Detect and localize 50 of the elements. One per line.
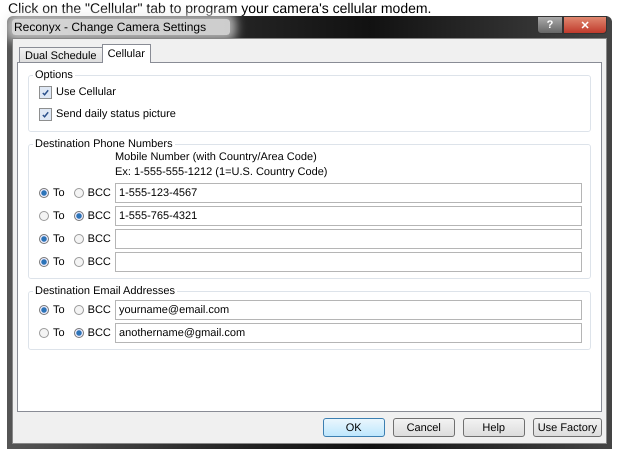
radio-label: BCC (88, 327, 111, 339)
dialog-button[interactable]: OK (322, 418, 385, 437)
radio-button[interactable] (74, 328, 84, 338)
radio-label: To (53, 327, 65, 339)
radio-button[interactable] (74, 211, 84, 221)
radio-label: BCC (88, 233, 111, 245)
tab[interactable]: Cellular (102, 44, 151, 63)
checkbox[interactable] (39, 108, 52, 120)
close-button[interactable]: ✕ (563, 16, 607, 34)
email-field[interactable]: anothername@gmail.com (115, 323, 582, 343)
group-title: Destination Email Addresses (34, 285, 176, 297)
radio-button[interactable] (39, 188, 49, 198)
radio-button[interactable] (39, 234, 49, 244)
phone-field[interactable] (115, 229, 582, 249)
radio-label: To (53, 304, 65, 316)
phone-field[interactable] (115, 252, 582, 272)
checkbox-label: Send daily status picture (56, 108, 176, 120)
radio-button[interactable] (39, 257, 49, 267)
dialog-button[interactable]: Cancel (392, 418, 455, 437)
radio-label: To (53, 210, 65, 222)
radio-button[interactable] (74, 257, 84, 267)
dialog-button[interactable]: Help (462, 418, 525, 437)
radio-label: BCC (88, 210, 111, 222)
hint-text: Mobile Number (with Country/Area Code) (115, 150, 318, 165)
group-title: Options (34, 69, 74, 81)
radio-button[interactable] (74, 305, 84, 315)
check-icon (41, 110, 50, 118)
tab[interactable]: Dual Schedule (19, 47, 103, 63)
radio-label: BCC (88, 256, 111, 268)
radio-button[interactable] (74, 234, 84, 244)
window-title: Reconyx - Change Camera Settings (12, 19, 230, 35)
check-icon (41, 88, 50, 96)
checkbox-label: Use Cellular (56, 86, 116, 98)
radio-label: BCC (88, 187, 111, 199)
radio-label: To (53, 233, 65, 245)
radio-label: To (53, 256, 65, 268)
phone-field[interactable]: 1-555-123-4567 (115, 183, 582, 203)
caption-text: Click on the "Cellular" tab to program your camera's cellular modem. (7, 0, 432, 16)
radio-label: BCC (88, 304, 111, 316)
radio-button[interactable] (74, 188, 84, 198)
radio-button[interactable] (39, 211, 49, 221)
checkbox[interactable] (39, 86, 52, 98)
hint-text: Ex: 1-555-555-1212 (1=U.S. Country Code) (115, 165, 328, 180)
phone-field[interactable]: 1-555-765-4321 (115, 206, 582, 226)
group-title: Destination Phone Numbers (34, 138, 174, 150)
email-field[interactable]: yourname@email.com (115, 300, 582, 320)
dialog-button[interactable]: Use Factory (532, 418, 602, 437)
radio-label: To (53, 187, 65, 199)
radio-button[interactable] (39, 305, 49, 315)
radio-button[interactable] (39, 328, 49, 338)
